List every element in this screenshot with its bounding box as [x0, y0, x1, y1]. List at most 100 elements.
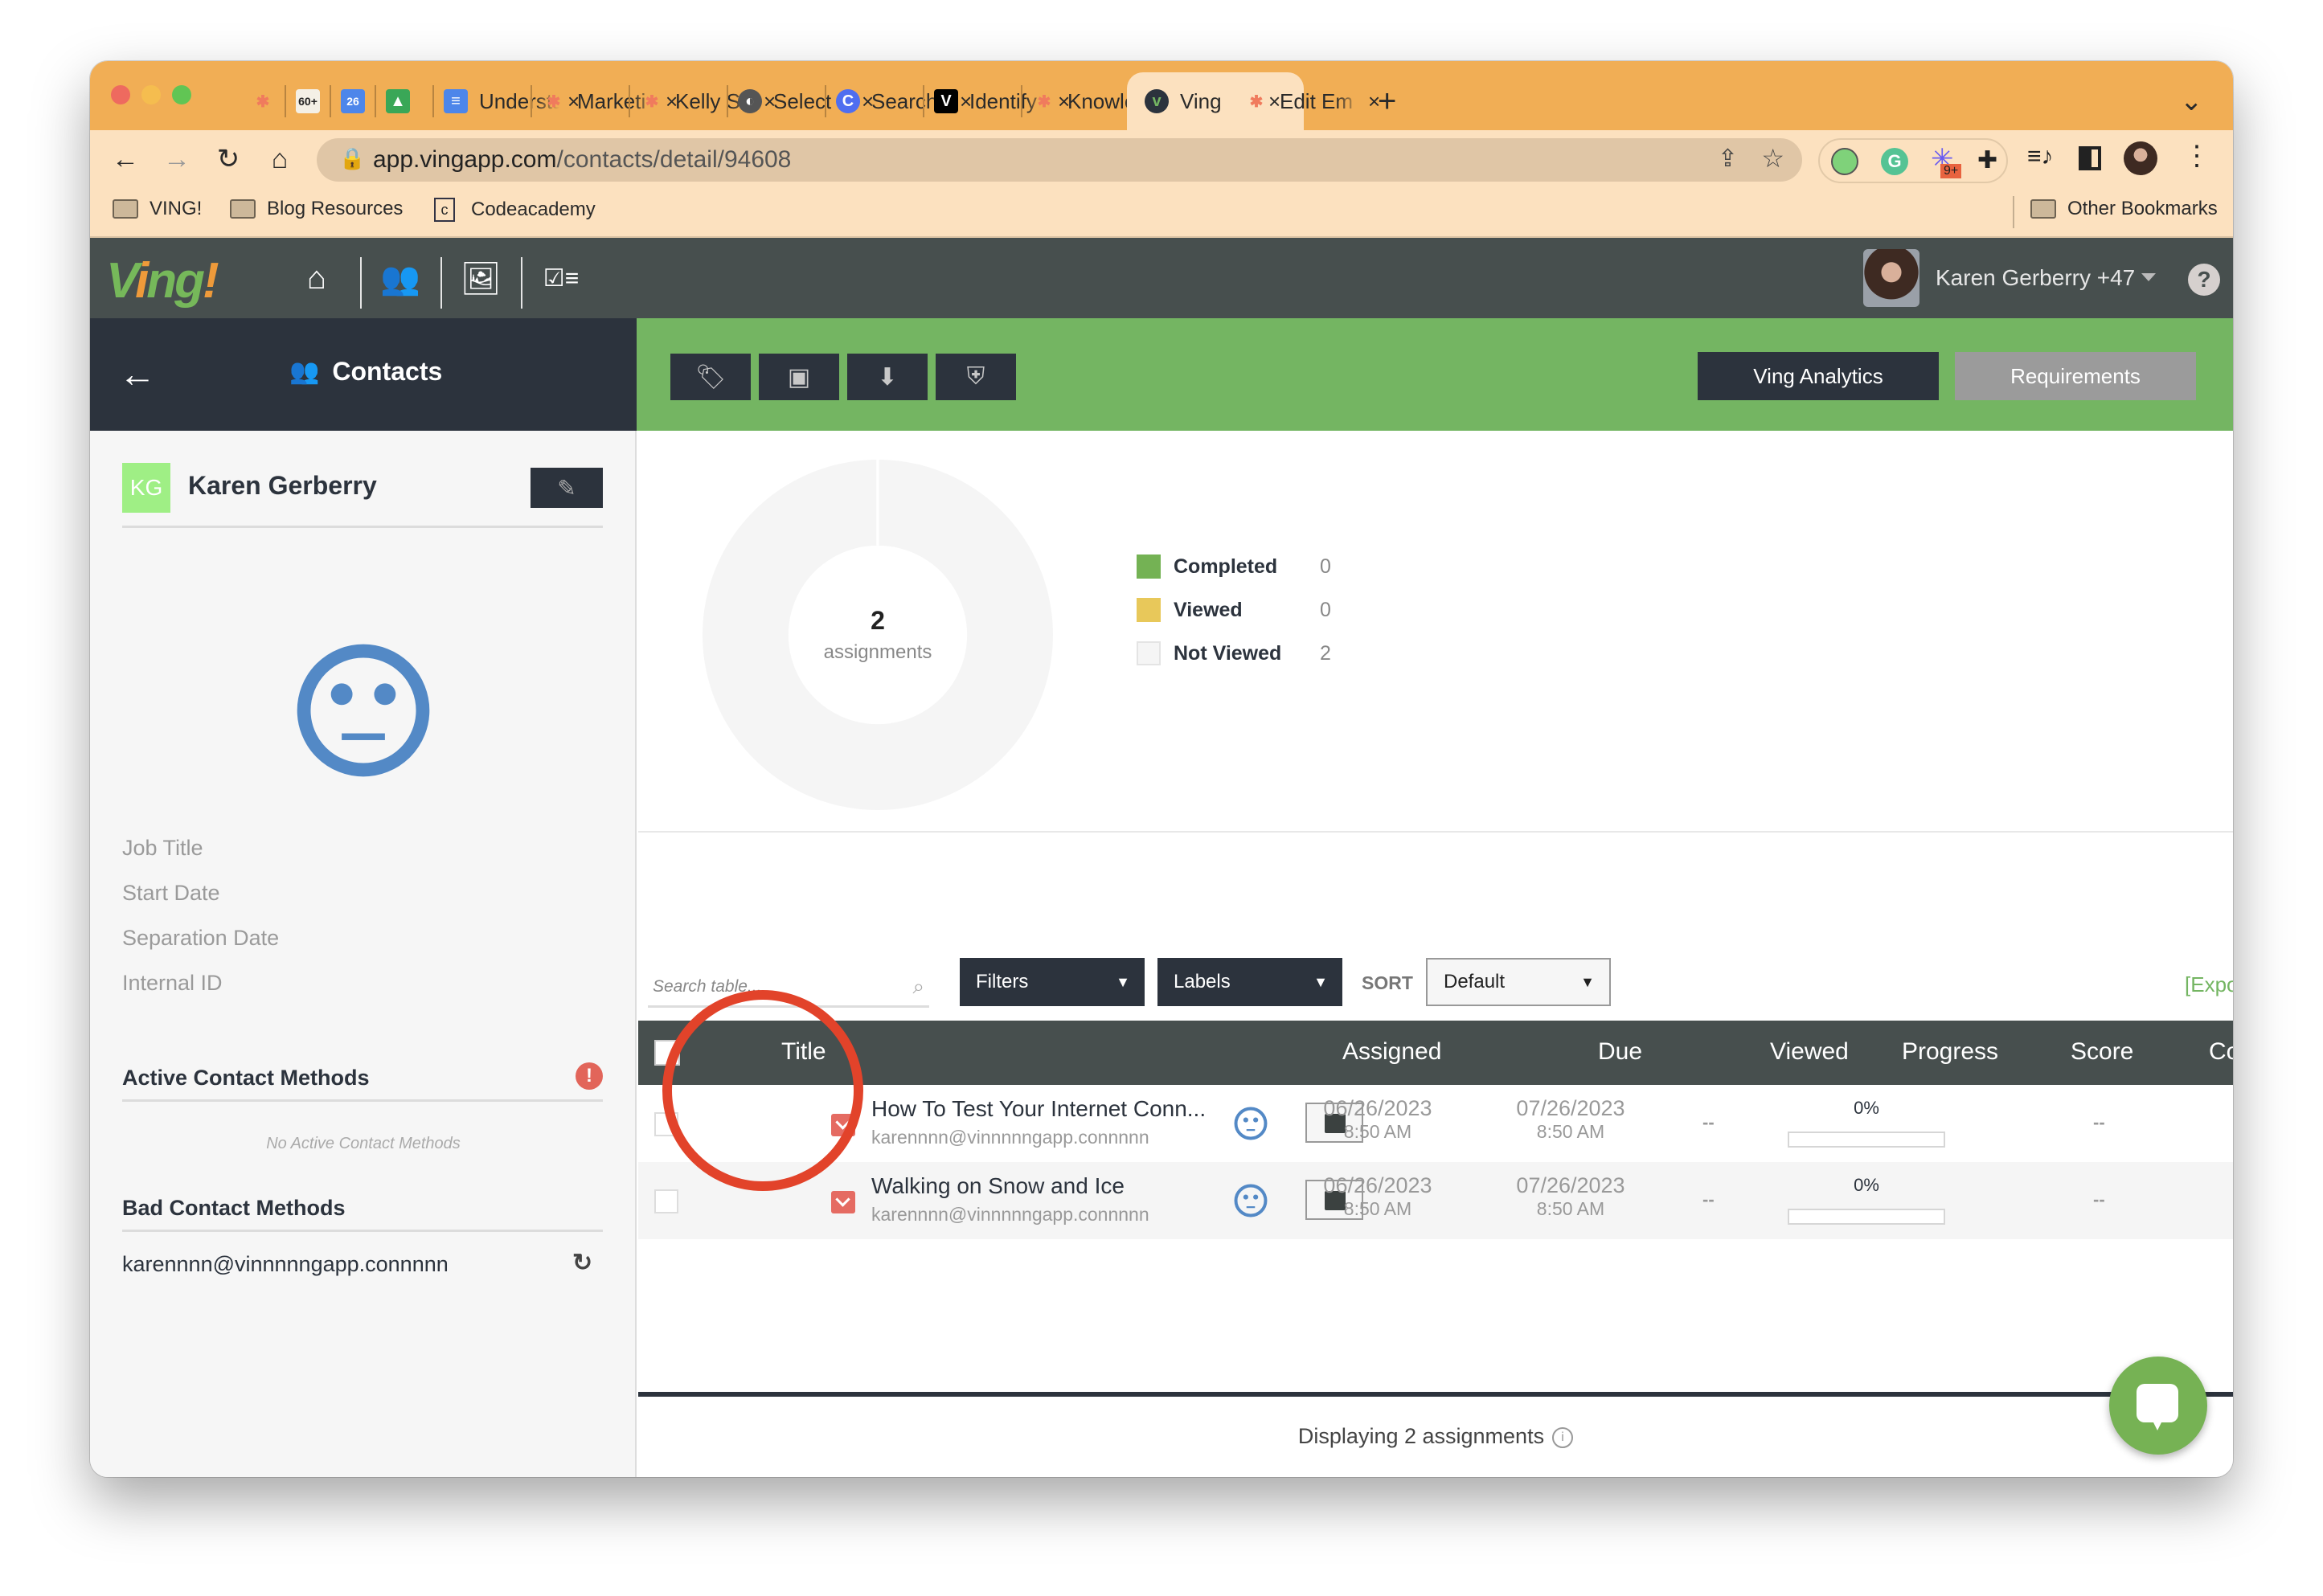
browser-tab[interactable]: 60+: [296, 72, 331, 130]
side-panel-icon[interactable]: [2079, 146, 2101, 170]
new-tab-button[interactable]: +: [1378, 72, 1396, 130]
edit-contact-button[interactable]: ✎: [531, 468, 603, 508]
chat-button[interactable]: [2109, 1357, 2207, 1455]
media-library-icon[interactable]: 🖼: [457, 257, 505, 299]
donut-center-label: assignments: [823, 641, 932, 663]
labels-dropdown[interactable]: Labels ▼: [1157, 958, 1342, 1006]
media-icon[interactable]: ≡♪: [2027, 143, 2054, 170]
table-footer: Displaying 2 assignments i: [638, 1424, 2233, 1449]
browser-window: ✱ 60+ 26 ▲ ≡ Understa × ✱ Marketi × ✱ Kelly Si × ◐ Sel…: [90, 61, 2233, 1477]
assignment-title[interactable]: Walking on Snow and Ice: [871, 1173, 1125, 1199]
requirements-button[interactable]: Requirements: [1955, 352, 2196, 400]
checklist-icon[interactable]: ☑≡: [537, 257, 585, 299]
caret-down-icon: ▼: [1313, 974, 1328, 990]
table-header: Title Assigned Due Viewed Progress Score…: [638, 1021, 2233, 1085]
browser-tab[interactable]: 26: [341, 72, 376, 130]
archive-button[interactable]: ⬇: [847, 354, 928, 400]
assigned-date: 06/26/2023 8:50 AM: [1323, 1096, 1432, 1142]
home-icon[interactable]: ⌂: [293, 257, 341, 299]
row-checkbox[interactable]: [654, 1112, 678, 1136]
refresh-icon[interactable]: ↻: [572, 1249, 592, 1277]
bookmark-ving[interactable]: VING!: [113, 198, 202, 220]
tag-icon: 🏷: [694, 363, 727, 391]
forward-button[interactable]: →: [159, 141, 195, 177]
browser-tab[interactable]: ✱: [251, 72, 286, 130]
home-button[interactable]: ⌂: [262, 141, 297, 177]
tag-button[interactable]: 🏷: [670, 354, 751, 400]
row-checkbox[interactable]: [654, 1189, 678, 1213]
column-assigned[interactable]: Assigned: [1342, 1038, 1441, 1066]
address-bar[interactable]: 🔒 app.vingapp.com/contacts/detail/94608 …: [317, 138, 1802, 182]
bookmark-codeacademy[interactable]: c Codeacademy: [434, 198, 596, 222]
contacts-icon[interactable]: 👥: [376, 257, 424, 299]
folder-icon: [230, 199, 256, 219]
neutral-face-icon: [297, 644, 430, 777]
user-name[interactable]: Karen Gerberry +47: [1936, 265, 2135, 291]
close-window-button[interactable]: [111, 85, 130, 104]
shield-button[interactable]: ⛨: [936, 354, 1016, 400]
ving-logo[interactable]: Ving!: [106, 252, 219, 309]
user-avatar[interactable]: [1863, 249, 1919, 307]
column-viewed[interactable]: Viewed: [1770, 1038, 1849, 1066]
assignment-title[interactable]: How To Test Your Internet Conn...: [871, 1096, 1206, 1122]
contacts-icon: 👥: [289, 358, 320, 385]
grammarly-icon[interactable]: G: [1881, 148, 1908, 175]
bookmark-blog-resources[interactable]: Blog Resources: [230, 198, 403, 220]
browser-tab[interactable]: ✱ Edit Em ×: [1244, 72, 1381, 130]
alert-icon[interactable]: !: [576, 1062, 603, 1090]
progress-label: 0%: [1854, 1175, 1879, 1195]
export-link[interactable]: [Export: [2185, 972, 2233, 997]
tab-title: Edit Em: [1280, 88, 1354, 113]
puzzle-icon[interactable]: ✚: [1977, 146, 1997, 174]
legend-value: 0: [1320, 555, 1331, 578]
table-toolbar: Search table... ⌕ Filters ▼ Labels ▼ SORT …: [638, 958, 2233, 1014]
info-icon[interactable]: i: [1552, 1426, 1574, 1448]
bookmarks-divider: [2013, 196, 2014, 228]
tab-search-chevron-icon[interactable]: ⌄: [2180, 72, 2203, 130]
help-icon[interactable]: ?: [2188, 264, 2220, 296]
column-completed[interactable]: Completed: [2209, 1038, 2233, 1066]
table-row[interactable]: Walking on Snow and Ice karennnn@vinnnnn…: [638, 1162, 2233, 1239]
column-progress[interactable]: Progress: [1902, 1038, 1998, 1066]
browser-tab[interactable]: ▲: [386, 72, 421, 130]
nav-divider: [360, 257, 362, 309]
back-arrow-icon[interactable]: ←: [119, 352, 156, 395]
back-button[interactable]: ←: [108, 141, 143, 177]
column-due[interactable]: Due: [1598, 1038, 1642, 1066]
job-title-label: Job Title: [122, 836, 203, 860]
user-menu-caret-icon[interactable]: [2141, 273, 2156, 281]
column-score[interactable]: Score: [2071, 1038, 2133, 1066]
share-icon[interactable]: ⇪: [1718, 145, 1738, 173]
filters-dropdown[interactable]: Filters ▼: [960, 958, 1145, 1006]
select-all-checkbox[interactable]: [654, 1040, 680, 1066]
no-active-methods-text: No Active Contact Methods: [266, 1135, 461, 1152]
sort-dropdown[interactable]: Default ▼: [1426, 958, 1611, 1006]
contact-initials-avatar: KG: [122, 463, 170, 513]
viewed-value: --: [1702, 1189, 1715, 1209]
reload-button[interactable]: ↻: [211, 141, 246, 177]
profile-avatar[interactable]: [2124, 141, 2157, 175]
column-title[interactable]: Title: [781, 1038, 826, 1066]
maximize-window-button[interactable]: [172, 85, 191, 104]
menu-kebab-icon[interactable]: ⋮: [2183, 140, 2210, 172]
caret-down-icon: ▼: [1116, 974, 1130, 990]
due-date: 07/26/2023 8:50 AM: [1516, 1096, 1625, 1142]
table-row[interactable]: How To Test Your Internet Conn... karenn…: [638, 1085, 2233, 1162]
due-date: 07/26/2023 8:50 AM: [1516, 1173, 1625, 1219]
bug-extension-icon[interactable]: [1831, 148, 1858, 175]
ving-analytics-button[interactable]: Ving Analytics: [1698, 352, 1939, 400]
bookmark-star-icon[interactable]: ☆: [1761, 143, 1784, 174]
search-icon: ⌕: [912, 974, 924, 998]
tab-bar: ✱ 60+ 26 ▲ ≡ Understa × ✱ Marketi × ✱ Kelly Si × ◐ Sel…: [90, 61, 2233, 130]
bookmark-label: Codeacademy: [471, 198, 596, 220]
minimize-window-button[interactable]: [141, 85, 161, 104]
docs-icon: ≡: [444, 89, 468, 113]
pencil-icon: ✎: [557, 475, 576, 501]
bookmark-other[interactable]: Other Bookmarks: [2030, 198, 2218, 220]
contact-card-button[interactable]: ▣: [759, 354, 839, 400]
canva-icon: C: [836, 89, 860, 113]
search-input[interactable]: Search table... ⌕: [648, 969, 929, 1008]
tab-divider: [330, 85, 331, 117]
folder-icon: [113, 199, 138, 219]
url-host: app.vingapp.com: [373, 146, 557, 173]
